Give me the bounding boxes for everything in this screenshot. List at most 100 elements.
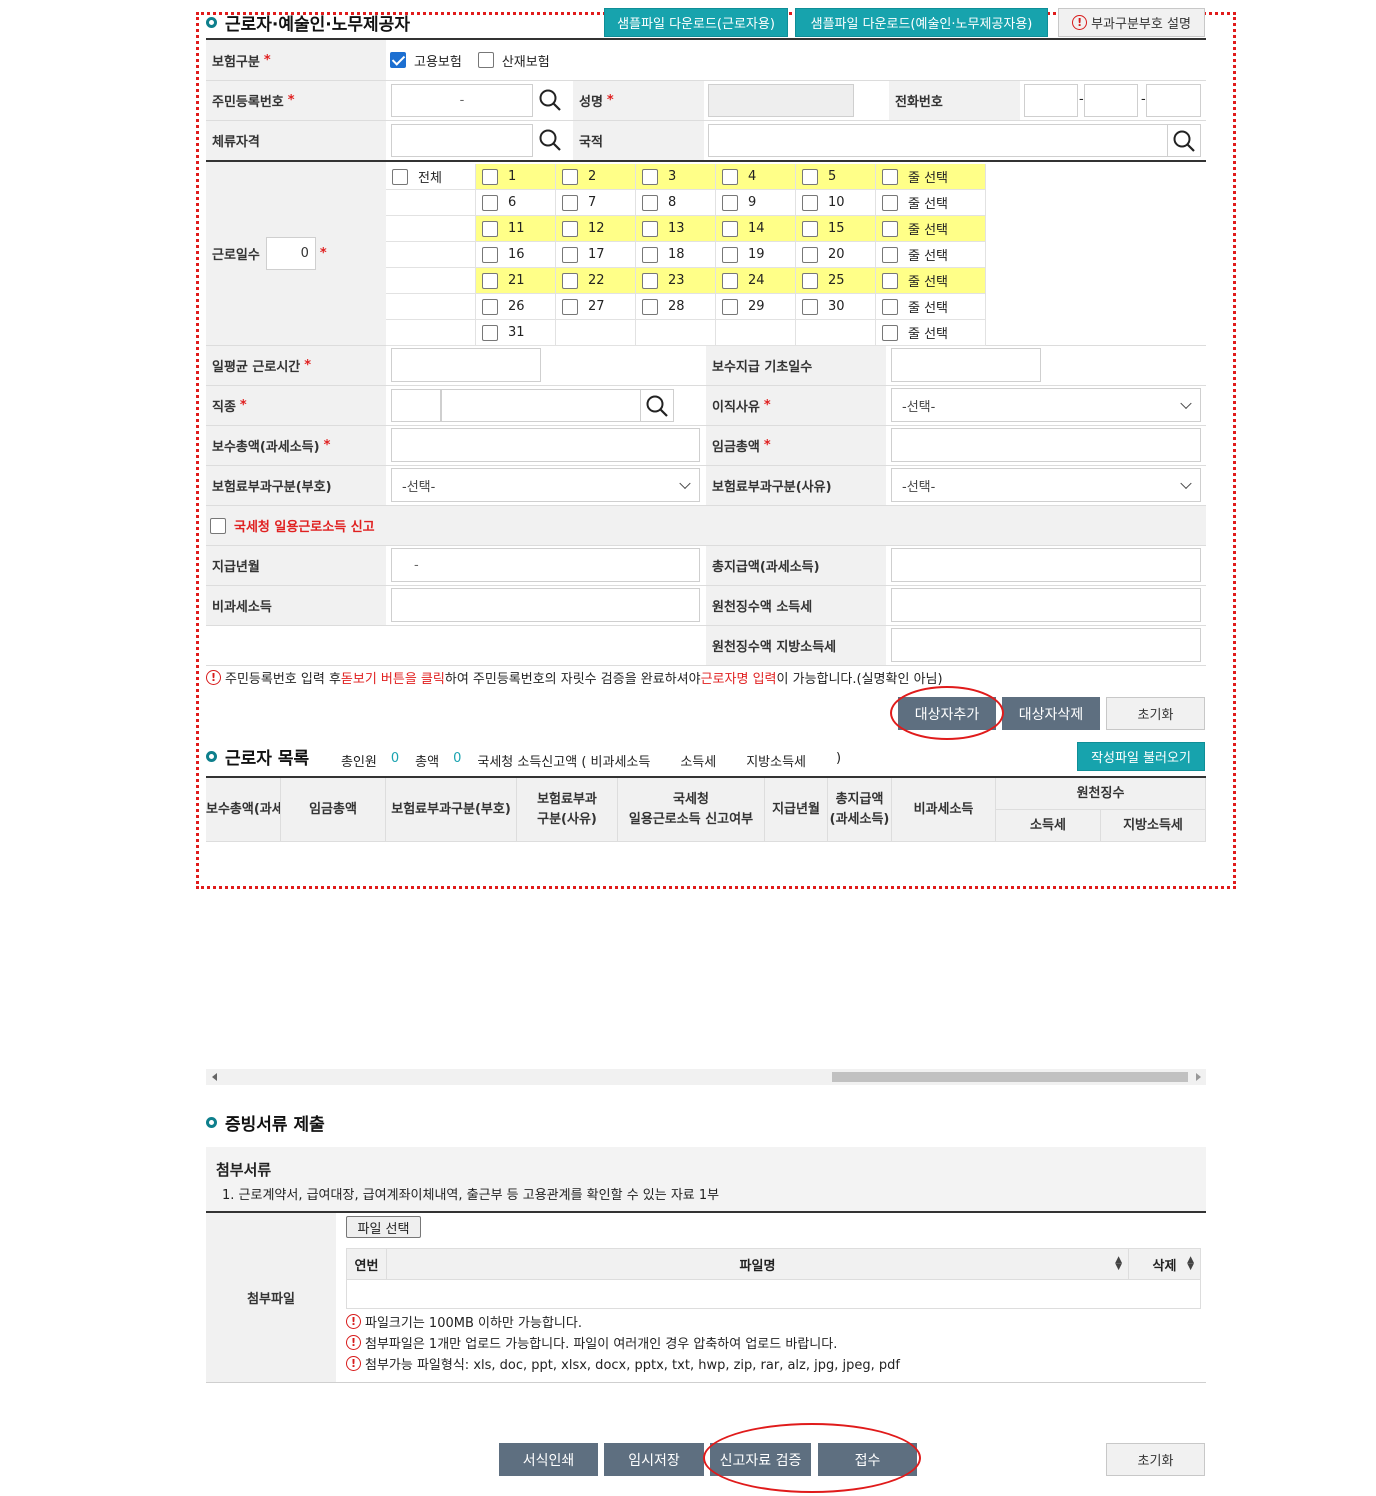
workday-15-checkbox[interactable] bbox=[802, 220, 818, 237]
pay-base-days-input[interactable] bbox=[891, 348, 1041, 382]
workday-row-select[interactable]: 줄 선택 bbox=[876, 216, 986, 242]
workday-16-checkbox[interactable] bbox=[482, 246, 498, 263]
workday-17-checkbox[interactable] bbox=[562, 246, 578, 263]
withhold-local-input[interactable] bbox=[891, 628, 1201, 662]
workday-row-select-checkbox[interactable] bbox=[882, 324, 898, 341]
workday-13[interactable]: 13 bbox=[636, 216, 716, 242]
total-wage-input[interactable] bbox=[891, 428, 1201, 462]
workday-row-select-checkbox[interactable] bbox=[882, 298, 898, 315]
workday-3[interactable]: 3 bbox=[636, 164, 716, 190]
print-form-button[interactable]: 서식인쇄 bbox=[499, 1443, 598, 1476]
workday-row-select[interactable]: 줄 선택 bbox=[876, 242, 986, 268]
workday-7-checkbox[interactable] bbox=[562, 194, 578, 211]
nationality-search-icon[interactable] bbox=[1168, 124, 1201, 157]
workday-row-select[interactable]: 줄 선택 bbox=[876, 268, 986, 294]
phone-mid-input[interactable] bbox=[1084, 84, 1138, 117]
workday-16[interactable]: 16 bbox=[476, 242, 556, 268]
workday-10[interactable]: 10 bbox=[796, 190, 876, 216]
scroll-left-icon[interactable] bbox=[212, 1073, 217, 1081]
workday-row-select[interactable]: 줄 선택 bbox=[876, 190, 986, 216]
workday-30-checkbox[interactable] bbox=[802, 298, 818, 315]
workday-25-checkbox[interactable] bbox=[802, 272, 818, 289]
workday-19-checkbox[interactable] bbox=[722, 246, 738, 263]
job-code-input[interactable] bbox=[391, 389, 441, 422]
delete-target-button[interactable]: 대상자삭제 bbox=[1002, 697, 1100, 730]
workday-12-checkbox[interactable] bbox=[562, 220, 578, 237]
stay-status-input[interactable] bbox=[391, 124, 533, 157]
phone-area-input[interactable] bbox=[1024, 84, 1078, 117]
workday-7[interactable]: 7 bbox=[556, 190, 636, 216]
workday-5-checkbox[interactable] bbox=[802, 168, 818, 185]
industrial-insurance-checkbox[interactable] bbox=[477, 52, 494, 68]
resident-no-search-icon[interactable] bbox=[535, 85, 565, 115]
workday-20-checkbox[interactable] bbox=[802, 246, 818, 263]
scroll-right-icon[interactable] bbox=[1196, 1073, 1201, 1081]
workday-9[interactable]: 9 bbox=[716, 190, 796, 216]
workday-28[interactable]: 28 bbox=[636, 294, 716, 320]
workday-18-checkbox[interactable] bbox=[642, 246, 658, 263]
withhold-income-input[interactable] bbox=[891, 588, 1201, 622]
workday-28-checkbox[interactable] bbox=[642, 298, 658, 315]
total-paid-input[interactable] bbox=[891, 548, 1201, 582]
sample-artist-download-button[interactable]: 샘플파일 다운로드(예술인·노무제공자용) bbox=[795, 8, 1048, 37]
workday-15[interactable]: 15 bbox=[796, 216, 876, 242]
workday-row-select-checkbox[interactable] bbox=[882, 220, 898, 237]
temp-save-button[interactable]: 임시저장 bbox=[604, 1443, 704, 1476]
workday-31[interactable]: 31 bbox=[476, 320, 556, 346]
workday-1[interactable]: 1 bbox=[476, 164, 556, 190]
workday-4[interactable]: 4 bbox=[716, 164, 796, 190]
resident-no-input[interactable]: - bbox=[391, 84, 533, 117]
workday-6[interactable]: 6 bbox=[476, 190, 556, 216]
levy-reason-select[interactable]: -선택- bbox=[891, 468, 1201, 502]
col-file-delete[interactable]: 삭제 ▲ ▼ bbox=[1129, 1249, 1200, 1279]
workday-23-checkbox[interactable] bbox=[642, 272, 658, 289]
pay-month-input[interactable]: - bbox=[391, 548, 700, 582]
levy-code-select[interactable]: -선택- bbox=[391, 468, 700, 502]
phone-last-input[interactable] bbox=[1146, 84, 1201, 117]
nts-report-checkbox[interactable] bbox=[210, 517, 226, 534]
load-file-button[interactable]: 작성파일 불러오기 bbox=[1077, 742, 1205, 771]
workday-21-checkbox[interactable] bbox=[482, 272, 498, 289]
workday-10-checkbox[interactable] bbox=[802, 194, 818, 211]
workday-row-select-checkbox[interactable] bbox=[882, 194, 898, 211]
workdays-input[interactable]: 0 bbox=[265, 237, 316, 270]
workday-27[interactable]: 27 bbox=[556, 294, 636, 320]
workday-24[interactable]: 24 bbox=[716, 268, 796, 294]
scrollbar-thumb[interactable] bbox=[832, 1072, 1188, 1082]
nationality-input[interactable] bbox=[708, 124, 1168, 157]
reset-all-button[interactable]: 초기화 bbox=[1106, 1443, 1205, 1476]
workday-21[interactable]: 21 bbox=[476, 268, 556, 294]
nontax-input[interactable] bbox=[391, 588, 700, 622]
levy-code-explain-button[interactable]: ! 부과구분부호 설명 bbox=[1058, 8, 1205, 37]
workday-row-select[interactable]: 줄 선택 bbox=[876, 294, 986, 320]
workday-26-checkbox[interactable] bbox=[482, 298, 498, 315]
workday-17[interactable]: 17 bbox=[556, 242, 636, 268]
workday-27-checkbox[interactable] bbox=[562, 298, 578, 315]
sort-icon[interactable]: ▲ ▼ bbox=[1115, 1256, 1122, 1272]
workday-11-checkbox[interactable] bbox=[482, 220, 498, 237]
workday-1-checkbox[interactable] bbox=[482, 168, 498, 185]
workday-8-checkbox[interactable] bbox=[642, 194, 658, 211]
workday-row-select[interactable]: 줄 선택 bbox=[876, 320, 986, 346]
workday-13-checkbox[interactable] bbox=[642, 220, 658, 237]
sample-worker-download-button[interactable]: 샘플파일 다운로드(근로자용) bbox=[604, 8, 788, 37]
workday-row-select-checkbox[interactable] bbox=[882, 246, 898, 263]
workday-5[interactable]: 5 bbox=[796, 164, 876, 190]
workday-2-checkbox[interactable] bbox=[562, 168, 578, 185]
workday-11[interactable]: 11 bbox=[476, 216, 556, 242]
workday-6-checkbox[interactable] bbox=[482, 194, 498, 211]
avg-hours-input[interactable] bbox=[391, 348, 541, 382]
sort-icon[interactable]: ▲ ▼ bbox=[1187, 1256, 1194, 1272]
workday-all-checkbox[interactable] bbox=[392, 168, 408, 185]
horizontal-scrollbar[interactable] bbox=[206, 1069, 1206, 1085]
workday-26[interactable]: 26 bbox=[476, 294, 556, 320]
employment-insurance-checkbox[interactable] bbox=[390, 52, 406, 68]
workday-20[interactable]: 20 bbox=[796, 242, 876, 268]
job-name-input[interactable] bbox=[441, 389, 641, 422]
workday-3-checkbox[interactable] bbox=[642, 168, 658, 185]
verify-report-button[interactable]: 신고자료 검증 bbox=[710, 1443, 811, 1476]
workday-22-checkbox[interactable] bbox=[562, 272, 578, 289]
reset-form-button[interactable]: 초기화 bbox=[1106, 697, 1205, 730]
add-target-button[interactable]: 대상자추가 bbox=[898, 697, 996, 730]
workday-14-checkbox[interactable] bbox=[722, 220, 738, 237]
